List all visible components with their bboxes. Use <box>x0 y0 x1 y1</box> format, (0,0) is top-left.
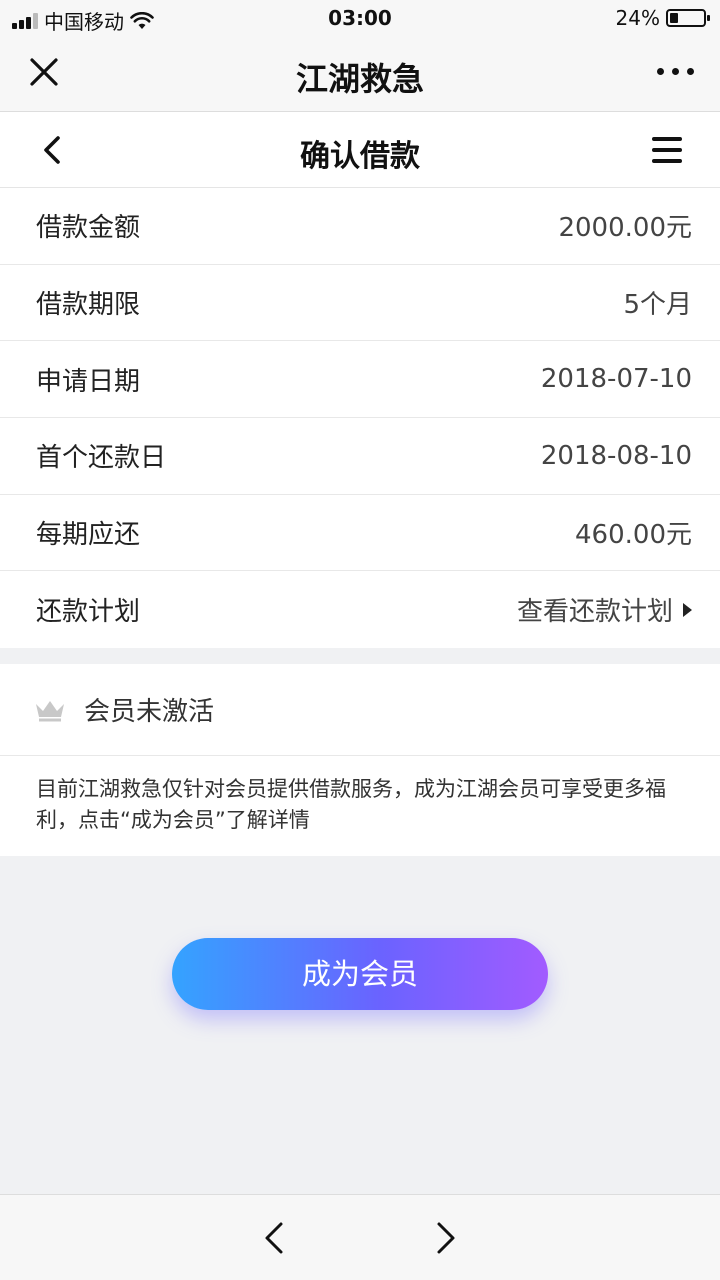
app-title-bar: 江湖救急 <box>0 36 720 112</box>
browser-bottom-bar <box>0 1194 720 1280</box>
chevron-right-icon <box>683 602 692 617</box>
crown-icon <box>36 700 64 721</box>
row-value: 2000.00元 <box>558 213 692 244</box>
row-label: 申请日期 <box>36 366 141 397</box>
row-label: 还款计划 <box>36 597 141 628</box>
page-title: 确认借款 <box>300 139 420 174</box>
row-first-repayment: 首个还款日 2018-08-10 <box>0 418 720 495</box>
member-status-row: 会员未激活 <box>0 664 720 756</box>
status-bar: 中国移动 03:00 24% <box>0 0 720 36</box>
become-member-button[interactable]: 成为会员 <box>172 938 548 1010</box>
view-repayment-plan-link[interactable]: 查看还款计划 <box>517 591 692 628</box>
app-title: 江湖救急 <box>295 60 424 98</box>
row-loan-amount: 借款金额 2000.00元 <box>0 188 720 265</box>
link-text: 查看还款计划 <box>516 597 673 628</box>
row-label: 首个还款日 <box>36 443 167 474</box>
row-value: 460.00元 <box>575 520 692 551</box>
row-apply-date: 申请日期 2018-07-10 <box>0 341 720 419</box>
status-right: 24% <box>615 6 710 30</box>
row-loan-term: 借款期限 5个月 <box>0 265 720 342</box>
row-value: 2018-07-10 <box>540 364 692 395</box>
battery-level <box>670 13 678 23</box>
row-value: 2018-08-10 <box>540 440 692 471</box>
nav-forward-icon[interactable] <box>434 1221 458 1255</box>
loan-details-list: 借款金额 2000.00元 借款期限 5个月 申请日期 2018-07-10 首… <box>0 188 720 649</box>
battery-percent: 24% <box>615 6 660 30</box>
member-section: 会员未激活 目前江湖救急仅针对会员提供借款服务，成为江湖会员可享受更多福利，点击… <box>0 664 720 856</box>
menu-icon[interactable] <box>652 137 682 163</box>
more-icon[interactable] <box>657 68 694 75</box>
row-value: 5个月 <box>623 290 692 321</box>
nav-back-icon[interactable] <box>262 1221 286 1255</box>
member-description: 目前江湖救急仅针对会员提供借款服务，成为江湖会员可享受更多福利，点击“成为会员”… <box>36 777 666 832</box>
row-label: 借款金额 <box>36 213 141 244</box>
status-time: 03:00 <box>328 6 392 30</box>
row-per-period: 每期应还 460.00元 <box>0 495 720 572</box>
battery-icon <box>666 9 710 27</box>
row-repayment-plan[interactable]: 还款计划 查看还款计划 <box>0 571 720 648</box>
row-label: 借款期限 <box>36 290 141 321</box>
row-label: 每期应还 <box>36 520 141 551</box>
page-nav-bar: 确认借款 <box>0 112 720 188</box>
member-status: 会员未激活 <box>84 697 215 727</box>
